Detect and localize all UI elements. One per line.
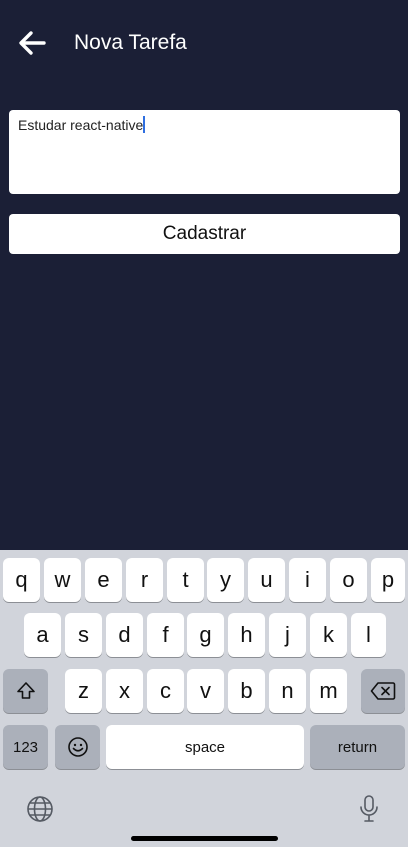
key-z[interactable]: z <box>65 669 102 713</box>
key-g[interactable]: g <box>187 613 224 657</box>
key-t[interactable]: t <box>167 558 204 602</box>
backspace-key[interactable] <box>361 669 405 713</box>
header: Nova Tarefa <box>0 0 408 90</box>
key-d[interactable]: d <box>106 613 143 657</box>
key-i[interactable]: i <box>289 558 326 602</box>
key-e[interactable]: e <box>85 558 122 602</box>
task-input[interactable]: Estudar react-native <box>9 110 400 194</box>
text-caret <box>143 116 146 133</box>
backspace-icon <box>370 682 396 700</box>
key-o[interactable]: o <box>330 558 367 602</box>
home-indicator[interactable] <box>131 836 278 841</box>
key-c[interactable]: c <box>147 669 184 713</box>
key-m[interactable]: m <box>310 669 347 713</box>
key-l[interactable]: l <box>351 613 386 657</box>
arrow-left-icon <box>19 31 46 55</box>
on-screen-keyboard: q w e r t y u i o p a s d f g h j k l z … <box>0 550 408 847</box>
numbers-key[interactable]: 123 <box>3 725 48 769</box>
key-y[interactable]: y <box>207 558 244 602</box>
key-u[interactable]: u <box>248 558 285 602</box>
emoji-key[interactable] <box>55 725 100 769</box>
globe-icon <box>27 796 53 822</box>
return-key[interactable]: return <box>310 725 405 769</box>
key-p[interactable]: p <box>371 558 405 602</box>
key-s[interactable]: s <box>65 613 102 657</box>
page-title: Nova Tarefa <box>74 31 187 54</box>
key-v[interactable]: v <box>187 669 224 713</box>
shift-icon <box>16 682 35 699</box>
key-b[interactable]: b <box>228 669 265 713</box>
key-n[interactable]: n <box>269 669 306 713</box>
globe-button[interactable] <box>24 793 56 825</box>
key-f[interactable]: f <box>147 613 184 657</box>
app-screen: Nova Tarefa Estudar react-native Cadastr… <box>0 0 408 847</box>
key-h[interactable]: h <box>228 613 265 657</box>
submit-button[interactable]: Cadastrar <box>9 214 400 254</box>
key-q[interactable]: q <box>3 558 40 602</box>
key-r[interactable]: r <box>126 558 163 602</box>
key-w[interactable]: w <box>44 558 81 602</box>
back-button[interactable] <box>14 28 50 58</box>
dictation-button[interactable] <box>354 792 384 826</box>
shift-key[interactable] <box>3 669 48 713</box>
key-k[interactable]: k <box>310 613 347 657</box>
task-input-value: Estudar react-native <box>18 117 144 133</box>
microphone-icon <box>360 795 378 822</box>
key-a[interactable]: a <box>24 613 61 657</box>
key-j[interactable]: j <box>269 613 306 657</box>
emoji-icon <box>67 737 88 757</box>
space-key[interactable]: space <box>106 725 304 769</box>
key-x[interactable]: x <box>106 669 143 713</box>
